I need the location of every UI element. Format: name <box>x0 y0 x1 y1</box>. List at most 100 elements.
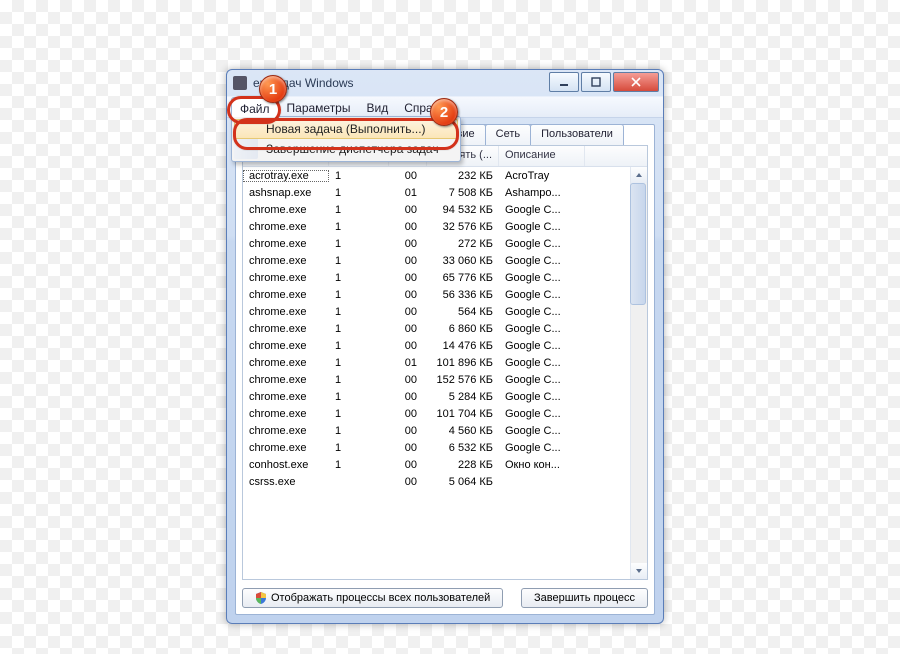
cell: Google C... <box>499 357 585 369</box>
cell: 00 <box>389 459 427 471</box>
cell: 7 508 КБ <box>427 187 499 199</box>
cell: chrome.exe <box>243 306 329 318</box>
dropdown-item[interactable]: Новая задача (Выполнить...) <box>234 119 458 139</box>
table-row[interactable]: csrss.exe005 064 КБ <box>243 473 631 490</box>
cell: 1 <box>329 391 389 403</box>
cell: 00 <box>389 340 427 352</box>
task-manager-window: ер задач Windows ФайлПараметрыВидСправка… <box>226 69 664 624</box>
cell: chrome.exe <box>243 238 329 250</box>
table-row[interactable]: chrome.exe100272 КБGoogle C... <box>243 235 631 252</box>
table-row[interactable]: chrome.exe1006 532 КБGoogle C... <box>243 439 631 456</box>
app-icon <box>233 76 247 90</box>
cell: chrome.exe <box>243 221 329 233</box>
table-row[interactable]: chrome.exe10094 532 КБGoogle C... <box>243 201 631 218</box>
cell: 00 <box>389 442 427 454</box>
cell: 00 <box>389 170 427 182</box>
minimize-button[interactable] <box>549 72 579 92</box>
table-row[interactable]: chrome.exe10014 476 КБGoogle C... <box>243 337 631 354</box>
cell: 101 704 КБ <box>427 408 499 420</box>
cell: 1 <box>329 442 389 454</box>
scrollbar-track[interactable] <box>630 167 647 579</box>
cell: chrome.exe <box>243 391 329 403</box>
cell: Google C... <box>499 255 585 267</box>
cell: chrome.exe <box>243 374 329 386</box>
cell: 4 560 КБ <box>427 425 499 437</box>
cell: 6 860 КБ <box>427 323 499 335</box>
cell: Google C... <box>499 306 585 318</box>
cell: Google C... <box>499 391 585 403</box>
table-row[interactable]: chrome.exe1006 860 КБGoogle C... <box>243 320 631 337</box>
cell: 01 <box>389 357 427 369</box>
cell: Google C... <box>499 272 585 284</box>
cell: 1 <box>329 238 389 250</box>
cell: Google C... <box>499 204 585 216</box>
cell: Google C... <box>499 340 585 352</box>
cell: 32 576 КБ <box>427 221 499 233</box>
table-row[interactable]: chrome.exe1005 284 КБGoogle C... <box>243 388 631 405</box>
table-row[interactable]: chrome.exe1004 560 КБGoogle C... <box>243 422 631 439</box>
column-header-desc[interactable]: Описание <box>499 146 585 166</box>
cell: 65 776 КБ <box>427 272 499 284</box>
cell: 5 284 КБ <box>427 391 499 403</box>
show-all-users-button[interactable]: Отображать процессы всех пользователей <box>242 588 503 608</box>
cell: 1 <box>329 204 389 216</box>
cell: 00 <box>389 408 427 420</box>
table-row[interactable]: acrotray.exe100232 КБAcroTray <box>243 167 631 184</box>
menu-item-вид[interactable]: Вид <box>358 97 396 117</box>
maximize-button[interactable] <box>581 72 611 92</box>
file-menu-dropdown: Новая задача (Выполнить...)Завершение ди… <box>231 116 461 162</box>
table-row[interactable]: chrome.exe10032 576 КБGoogle C... <box>243 218 631 235</box>
cell: 152 576 КБ <box>427 374 499 386</box>
table-row[interactable]: chrome.exe10033 060 КБGoogle C... <box>243 252 631 269</box>
menu-item-параметры[interactable]: Параметры <box>279 97 359 117</box>
scroll-up-button[interactable] <box>631 167 647 183</box>
table-row[interactable]: chrome.exe10065 776 КБGoogle C... <box>243 269 631 286</box>
cell: 1 <box>329 272 389 284</box>
table-row[interactable]: ashsnap.exe1017 508 КБAshampo... <box>243 184 631 201</box>
cell: acrotray.exe <box>243 170 329 182</box>
dropdown-item[interactable]: Завершение диспетчера задач <box>234 139 458 159</box>
cell: chrome.exe <box>243 442 329 454</box>
process-list: Имя образаПользов...ЦППамять (...Описани… <box>242 145 648 580</box>
cell: 564 КБ <box>427 306 499 318</box>
cell: Google C... <box>499 374 585 386</box>
tab[interactable]: Сеть <box>485 124 531 146</box>
table-row[interactable]: chrome.exe10056 336 КБGoogle C... <box>243 286 631 303</box>
scroll-thumb[interactable] <box>630 183 646 305</box>
end-process-button[interactable]: Завершить процесс <box>521 588 648 608</box>
cell: 1 <box>329 221 389 233</box>
button-label: Завершить процесс <box>534 592 635 604</box>
tab[interactable]: Пользователи <box>530 124 624 146</box>
cell: Окно кон... <box>499 459 585 471</box>
cell: Google C... <box>499 238 585 250</box>
cell: Google C... <box>499 425 585 437</box>
cell: 6 532 КБ <box>427 442 499 454</box>
table-row[interactable]: chrome.exe100564 КБGoogle C... <box>243 303 631 320</box>
cell: 33 060 КБ <box>427 255 499 267</box>
cell: chrome.exe <box>243 357 329 369</box>
client-area: ствиеСетьПользователи Имя образаПользов.… <box>235 124 655 615</box>
scroll-down-button[interactable] <box>631 563 647 579</box>
table-row[interactable]: chrome.exe100101 704 КБGoogle C... <box>243 405 631 422</box>
table-row[interactable]: conhost.exe100228 КБОкно кон... <box>243 456 631 473</box>
cell: chrome.exe <box>243 408 329 420</box>
cell: 00 <box>389 289 427 301</box>
cell: 56 336 КБ <box>427 289 499 301</box>
cell: 00 <box>389 238 427 250</box>
cell: chrome.exe <box>243 204 329 216</box>
cell: 1 <box>329 306 389 318</box>
cell: chrome.exe <box>243 255 329 267</box>
cell: 1 <box>329 289 389 301</box>
cell: 14 476 КБ <box>427 340 499 352</box>
cell: 228 КБ <box>427 459 499 471</box>
table-row[interactable]: chrome.exe101101 896 КБGoogle C... <box>243 354 631 371</box>
cell: 01 <box>389 187 427 199</box>
cell: AcroTray <box>499 170 585 182</box>
cell: 1 <box>329 187 389 199</box>
cell: Google C... <box>499 221 585 233</box>
close-button[interactable] <box>613 72 659 92</box>
table-row[interactable]: chrome.exe100152 576 КБGoogle C... <box>243 371 631 388</box>
annotation-badge-2: 2 <box>430 98 458 126</box>
cell: 00 <box>389 255 427 267</box>
cell: 1 <box>329 323 389 335</box>
